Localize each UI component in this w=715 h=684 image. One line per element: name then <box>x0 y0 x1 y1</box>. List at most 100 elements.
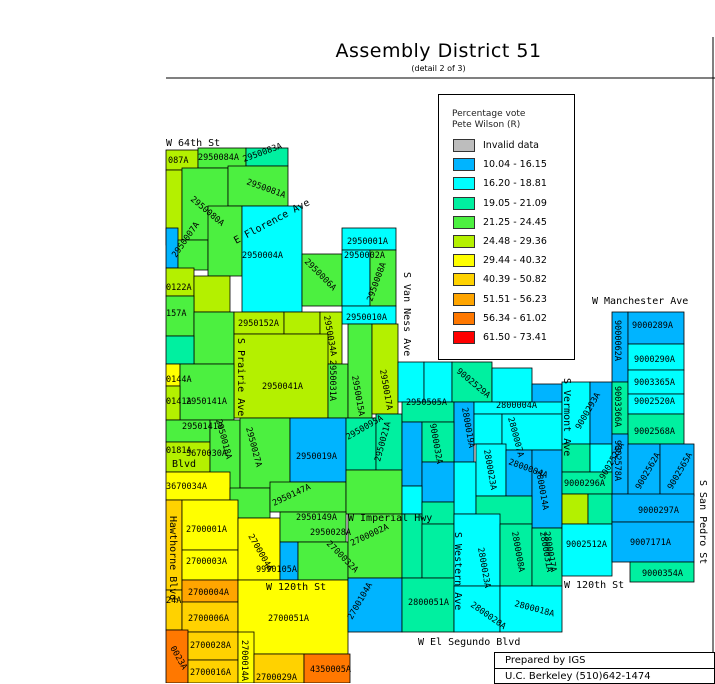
precinct-shape[interactable] <box>289 417 347 483</box>
legend-swatch <box>453 235 475 248</box>
legend-swatch <box>453 254 475 268</box>
legend-swatch <box>453 273 475 287</box>
precinct-label: 2950028A <box>310 528 351 538</box>
precinct-label: 9000289A <box>632 321 673 331</box>
legend-swatch <box>453 215 475 229</box>
legend-label: 21.25 - 24.45 <box>483 216 547 228</box>
precinct-shape[interactable] <box>193 275 231 313</box>
street-label: S Van Ness Ave <box>401 272 412 356</box>
precinct-label: 2700051A <box>268 614 309 624</box>
precinct-label: 9007171A <box>630 538 671 548</box>
precinct-shape[interactable] <box>421 461 455 503</box>
precinct-label: 9002568A <box>634 427 675 437</box>
precinct-shape[interactable] <box>233 333 329 419</box>
precinct-shape[interactable] <box>165 335 195 365</box>
precinct-label: 2950149A <box>296 513 337 523</box>
credit-line: U.C. Berkeley (510)642-1474 <box>505 671 651 682</box>
precinct-label: 9990105A <box>256 565 297 575</box>
precinct-shape[interactable] <box>421 523 455 579</box>
legend-label: 51.51 - 56.23 <box>483 293 547 305</box>
precinct-label: 9002520A <box>634 397 675 407</box>
precinct-label: 2700004A <box>188 588 229 598</box>
precinct-label: 9000297A <box>638 506 679 516</box>
precinct-label: 087A <box>168 156 188 166</box>
map-title: Assembly District 51 <box>335 40 542 62</box>
precinct-label: 2700001A <box>186 525 227 535</box>
legend-swatch <box>453 158 475 172</box>
precinct-shape[interactable] <box>179 363 235 421</box>
precinct-label: 157A <box>166 309 186 319</box>
credit-line: Prepared by IGS <box>495 653 714 669</box>
precinct-shape[interactable] <box>401 421 423 487</box>
legend-swatch <box>453 311 475 325</box>
precinct-label: 2950019A <box>296 452 337 462</box>
precinct-label: 2700016A <box>190 668 231 678</box>
precinct-label: 9000354A <box>642 569 683 579</box>
precinct-label: 4350005A <box>310 665 351 675</box>
precinct-shape[interactable] <box>401 485 423 515</box>
precinct-label: 2950001A <box>347 237 388 247</box>
precinct-shape[interactable] <box>193 311 235 365</box>
street-label: S Prairie Ave <box>235 338 246 416</box>
street-label: W 120th St <box>564 580 624 591</box>
legend-subtitle: Pete Wilson (R) <box>452 120 521 130</box>
credit-box: Prepared by IGS U.C. Berkeley (510)642-1… <box>494 652 715 684</box>
precinct-label: 2700003A <box>186 557 227 567</box>
precinct-label: 9002512A <box>566 540 607 550</box>
precinct-shape[interactable] <box>561 523 613 577</box>
precinct-label: 2700006A <box>188 614 229 624</box>
precinct-label: 2950505A <box>406 398 447 408</box>
precinct-label: 2950084A <box>198 153 239 163</box>
precinct-label: 0122A <box>166 283 192 293</box>
legend-label: 16.20 - 18.81 <box>483 178 547 190</box>
street-label: S San Pedro St <box>697 480 708 564</box>
precinct-shape[interactable] <box>283 311 321 335</box>
legend-label: 40.39 - 50.82 <box>483 274 547 286</box>
street-label: S Western Ave <box>452 532 463 610</box>
precinct-label: 2950002A <box>344 251 385 261</box>
precinct-label: 2950041A <box>262 382 303 392</box>
precinct-label: 2800051A <box>408 598 449 608</box>
street-label: Blvd <box>172 459 196 470</box>
precinct-shape[interactable] <box>587 493 613 525</box>
precinct-label: 9000290A <box>634 355 675 365</box>
legend: Percentage vote Pete Wilson (R) Invalid … <box>438 94 575 360</box>
legend-swatch <box>453 177 475 191</box>
precinct-shape[interactable] <box>345 469 403 515</box>
street-label: W Imperial Hwy <box>348 513 432 524</box>
precinct-shape[interactable] <box>491 367 533 403</box>
precinct-shape[interactable] <box>453 461 477 515</box>
legend-label: 56.34 - 61.02 <box>483 312 547 324</box>
precinct-label: 2950031A <box>327 360 337 401</box>
precinct-label: 2800004A <box>496 401 537 411</box>
legend-swatch <box>453 292 475 306</box>
precinct-label: 3670034A <box>166 482 207 492</box>
legend-label: 61.50 - 73.41 <box>483 332 547 343</box>
legend-swatch <box>453 139 475 152</box>
street-label: W Manchester Ave <box>592 296 688 307</box>
precinct-shape[interactable] <box>423 361 453 403</box>
legend-label: 19.05 - 21.09 <box>483 197 547 209</box>
precinct-shape[interactable] <box>473 413 503 445</box>
street-label: Hawthorne Blvd <box>167 516 178 600</box>
legend-swatch <box>453 196 475 210</box>
precinct-label: 2950010A <box>346 313 387 323</box>
precinct-label: 2700028A <box>190 641 231 651</box>
precinct-label: 0144A <box>166 375 192 385</box>
precinct-shape[interactable] <box>397 361 425 403</box>
street-label: W 120th St <box>266 582 326 593</box>
legend-label: 24.48 - 29.36 <box>483 236 547 247</box>
precinct-label: 9003366A <box>612 386 622 427</box>
precinct-shape[interactable] <box>561 493 589 525</box>
street-label: W El Segundo Blvd <box>418 637 520 648</box>
legend-label: 29.44 - 40.32 <box>483 255 547 267</box>
precinct-label: 2700029A <box>256 673 297 683</box>
legend-label: Invalid data <box>483 140 539 151</box>
precinct-label: 2950141A <box>186 397 227 407</box>
precinct-label: 9002578A <box>612 440 622 481</box>
legend-title: Percentage vote <box>452 109 526 119</box>
precinct-label: 2950004A <box>242 251 283 261</box>
precinct-label: 9003365A <box>634 378 675 388</box>
precinct-map: W 64th St E Florence Ave S Prairie Ave S… <box>165 37 715 683</box>
precinct-label: 2950152A <box>238 319 279 329</box>
